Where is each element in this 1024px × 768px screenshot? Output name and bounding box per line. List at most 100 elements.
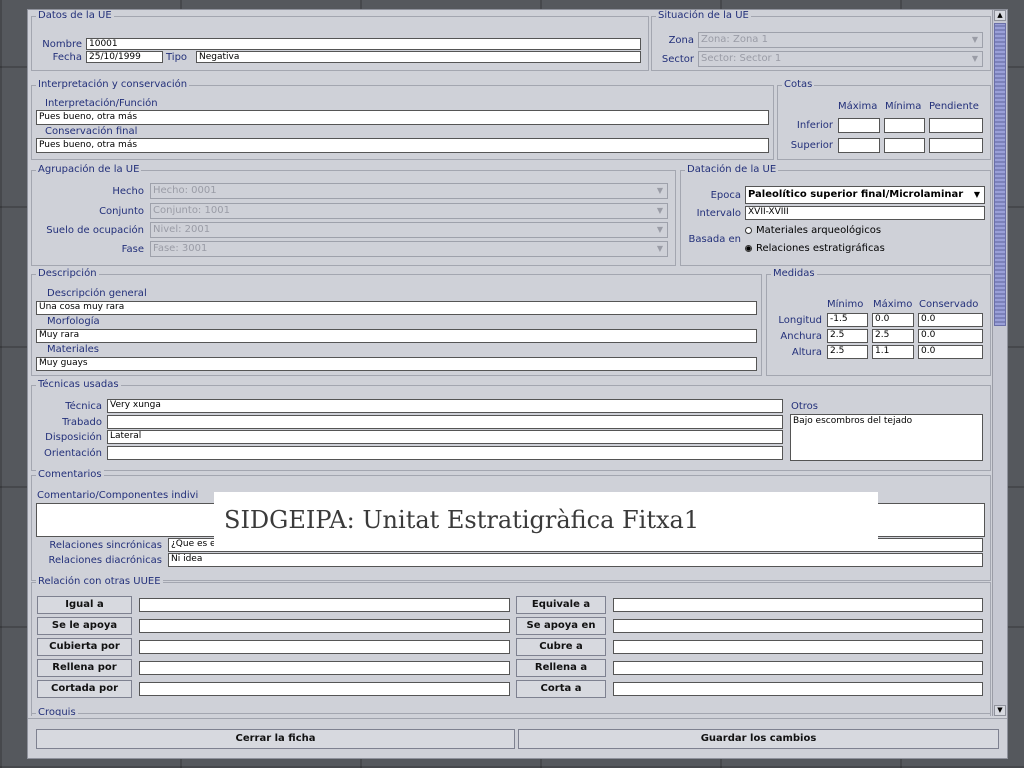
cotas-pendiente-header: Pendiente (929, 101, 979, 112)
fase-select[interactable]: Fase: 3001 ▼ (150, 241, 668, 257)
croquis-panel: Croquis (31, 707, 991, 716)
zona-label: Zona (668, 35, 694, 46)
cotas-inferior-pendiente-field[interactable] (929, 118, 983, 133)
otros-label: Otros (791, 401, 819, 412)
cubre-a-field[interactable] (613, 640, 983, 654)
radio-materiales[interactable]: Materiales arqueológicos (745, 225, 881, 236)
corta-a-field[interactable] (613, 682, 983, 696)
cerrar-ficha-button[interactable]: Cerrar la ficha (36, 729, 515, 749)
cubierta-por-field[interactable] (139, 640, 510, 654)
radio-relaciones-label: Relaciones estratigráficas (756, 243, 885, 254)
anchura-minimo-field[interactable]: 2.5 (827, 329, 868, 343)
altura-conservado-field[interactable]: 0.0 (918, 345, 983, 359)
diacronicas-label: Relaciones diacrónicas (48, 555, 162, 566)
fecha-label: Fecha (52, 52, 82, 63)
scroll-down-icon[interactable]: ▼ (994, 705, 1006, 716)
orientacion-field[interactable] (107, 446, 783, 460)
diacronicas-field[interactable]: Ni idea (168, 553, 983, 567)
chevron-down-icon: ▼ (656, 206, 663, 215)
trabado-field[interactable] (107, 415, 783, 429)
funcion-field[interactable]: Pues bueno, otra más (36, 110, 769, 125)
cortada-por-button[interactable]: Cortada por (37, 680, 132, 698)
morfologia-field[interactable]: Muy rara (36, 329, 757, 343)
cotas-superior-maxima-field[interactable] (838, 138, 880, 153)
se-le-apoya-button[interactable]: Se le apoya (37, 617, 132, 635)
igual-a-button[interactable]: Igual a (37, 596, 132, 614)
guardar-cambios-button[interactable]: Guardar los cambios (518, 729, 999, 749)
datacion-title: Datación de la UE (685, 164, 779, 175)
zona-select[interactable]: Zona: Zona 1 ▼ (698, 32, 983, 48)
otros-textarea[interactable]: Bajo escombros del tejado (790, 414, 983, 461)
cubre-a-button[interactable]: Cubre a (516, 638, 606, 656)
longitud-minimo-field[interactable]: -1.5 (827, 313, 868, 327)
corta-a-button[interactable]: Corta a (516, 680, 606, 698)
rellena-por-field[interactable] (139, 661, 510, 675)
cotas-inferior-minima-field[interactable] (884, 118, 925, 133)
cotas-inferior-maxima-field[interactable] (838, 118, 880, 133)
fecha-field[interactable]: 25/10/1999 (86, 51, 163, 63)
tipo-field[interactable]: Negativa (196, 51, 641, 63)
conservacion-field[interactable]: Pues bueno, otra más (36, 138, 769, 153)
anchura-conservado-field[interactable]: 0.0 (918, 329, 983, 343)
disposicion-field[interactable]: Lateral (107, 430, 783, 444)
se-apoya-en-field[interactable] (613, 619, 983, 633)
uestratigrafica-window: Datos de la UE Nombre 10001 Fecha 25/10/… (27, 9, 1008, 759)
materiales-field[interactable]: Muy guays (36, 357, 757, 371)
scroll-up-icon[interactable]: ▲ (994, 10, 1006, 21)
chevron-down-icon: ▼ (973, 190, 980, 199)
scrollbar-thumb[interactable] (994, 23, 1006, 326)
vertical-scrollbar[interactable]: ▲ ▼ (992, 10, 1007, 716)
chevron-down-icon: ▼ (656, 225, 663, 234)
equivale-a-button[interactable]: Equivale a (516, 596, 606, 614)
disposicion-label: Disposición (45, 432, 102, 443)
tecnicas-panel: Técnicas usadas Técnica Very xunga Traba… (31, 379, 991, 471)
altura-label: Altura (791, 347, 822, 358)
rellena-por-button[interactable]: Rellena por (37, 659, 132, 677)
rellena-a-button[interactable]: Rellena a (516, 659, 606, 677)
equivale-a-field[interactable] (613, 598, 983, 612)
tecnica-label: Técnica (65, 401, 102, 412)
longitud-conservado-field[interactable]: 0.0 (918, 313, 983, 327)
cotas-title: Cotas (782, 79, 815, 90)
nombre-field[interactable]: 10001 (86, 38, 641, 50)
nombre-label: Nombre (42, 39, 82, 50)
basada-label: Basada en (688, 234, 741, 245)
intervalo-label: Intervalo (696, 208, 741, 219)
suelo-select[interactable]: Nivel: 2001 ▼ (150, 222, 668, 238)
trabado-label: Trabado (62, 417, 102, 428)
descripcion-general-label: Descripción general (47, 288, 147, 299)
comentarios-title: Comentarios (36, 469, 104, 480)
longitud-maximo-field[interactable]: 0.0 (872, 313, 914, 327)
cubierta-por-button[interactable]: Cubierta por (37, 638, 132, 656)
chevron-down-icon: ▼ (656, 244, 663, 253)
descripcion-general-field[interactable]: Una cosa muy rara (36, 301, 757, 315)
hecho-select[interactable]: Hecho: 0001 ▼ (150, 183, 668, 199)
descripcion-title: Descripción (36, 268, 99, 279)
agrupacion-panel: Agrupación de la UE Hecho Hecho: 0001 ▼ C… (31, 164, 676, 266)
cortada-por-field[interactable] (139, 682, 510, 696)
epoca-select[interactable]: Paleolítico superior final/Microlaminar ▼ (745, 186, 985, 204)
form-scroll-area: Datos de la UE Nombre 10001 Fecha 25/10/… (28, 10, 991, 716)
igual-a-field[interactable] (139, 598, 510, 612)
se-apoya-en-button[interactable]: Se apoya en (516, 617, 606, 635)
se-le-apoya-field[interactable] (139, 619, 510, 633)
anchura-maximo-field[interactable]: 2.5 (872, 329, 914, 343)
conjunto-select[interactable]: Conjunto: 1001 ▼ (150, 203, 668, 219)
morfologia-label: Morfología (47, 316, 100, 327)
conjunto-value: Conjunto: 1001 (153, 205, 230, 216)
zona-value: Zona: Zona 1 (701, 34, 768, 45)
situacion-ue-panel: Situación de la UE Zona Zona: Zona 1 ▼ Se… (651, 10, 991, 71)
altura-minimo-field[interactable]: 2.5 (827, 345, 868, 359)
overlay-caption: SIDGEIPA: Unitat Estratigràfica Fitxa1 (214, 492, 878, 548)
medidas-minimo-header: Mínimo (827, 299, 864, 310)
cotas-superior-minima-field[interactable] (884, 138, 925, 153)
radio-relaciones[interactable]: Relaciones estratigráficas (745, 243, 885, 254)
altura-maximo-field[interactable]: 1.1 (872, 345, 914, 359)
sector-value: Sector: Sector 1 (701, 53, 782, 64)
intervalo-field[interactable]: XVII-XVIII (745, 206, 985, 220)
croquis-title: Croquis (36, 707, 78, 716)
rellena-a-field[interactable] (613, 661, 983, 675)
cotas-superior-pendiente-field[interactable] (929, 138, 983, 153)
tecnica-field[interactable]: Very xunga (107, 399, 783, 413)
sector-select[interactable]: Sector: Sector 1 ▼ (698, 51, 983, 67)
